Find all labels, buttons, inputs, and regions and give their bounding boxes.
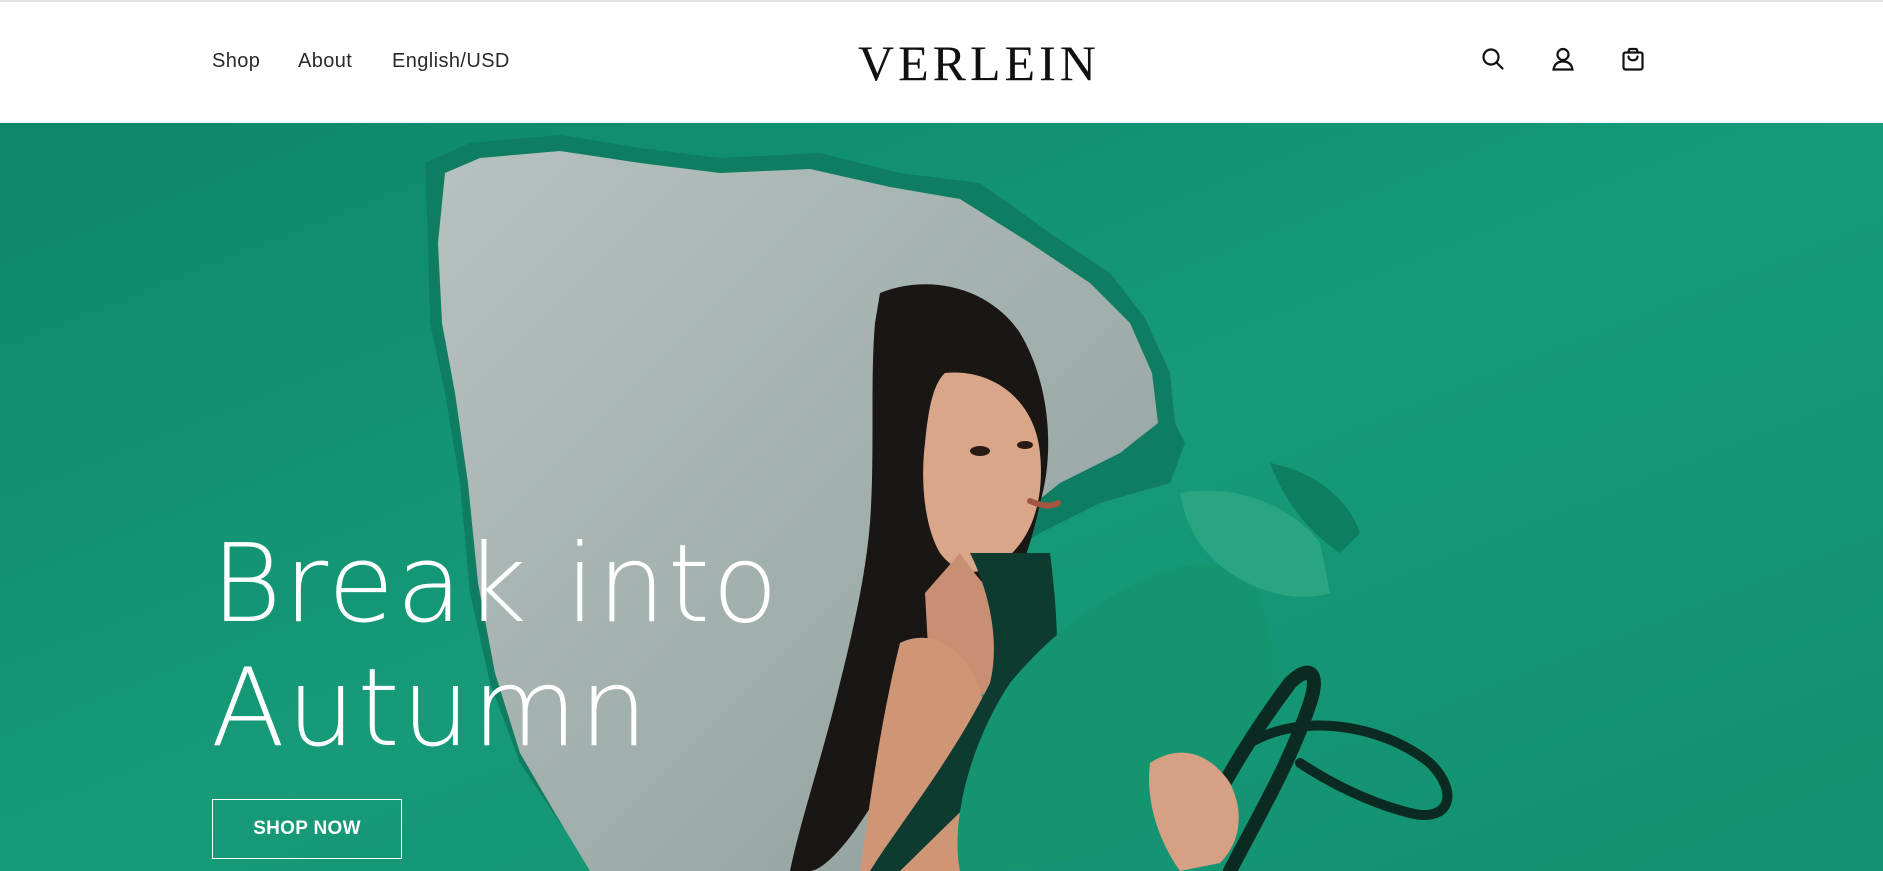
brand-logo[interactable]: VERLEIN xyxy=(858,38,1096,88)
shop-now-button[interactable]: SHOP NOW xyxy=(212,799,402,859)
search-icon[interactable] xyxy=(1480,46,1506,72)
hero-headline-line-2: Autumn xyxy=(211,646,650,771)
hero-banner: Break into Autumn xyxy=(0,123,1883,871)
hero-headline-line-1: Break into xyxy=(211,522,781,647)
nav-shop-link[interactable]: Shop xyxy=(212,50,260,73)
nav-about-link[interactable]: About xyxy=(298,50,352,73)
hero-headline: Break into Autumn xyxy=(211,523,780,771)
site-header: Shop About English/USD VERLEIN xyxy=(0,2,1883,123)
nav-language-currency-link[interactable]: English/USD xyxy=(392,50,510,73)
account-icon[interactable] xyxy=(1550,46,1576,72)
cart-icon[interactable] xyxy=(1620,46,1646,72)
